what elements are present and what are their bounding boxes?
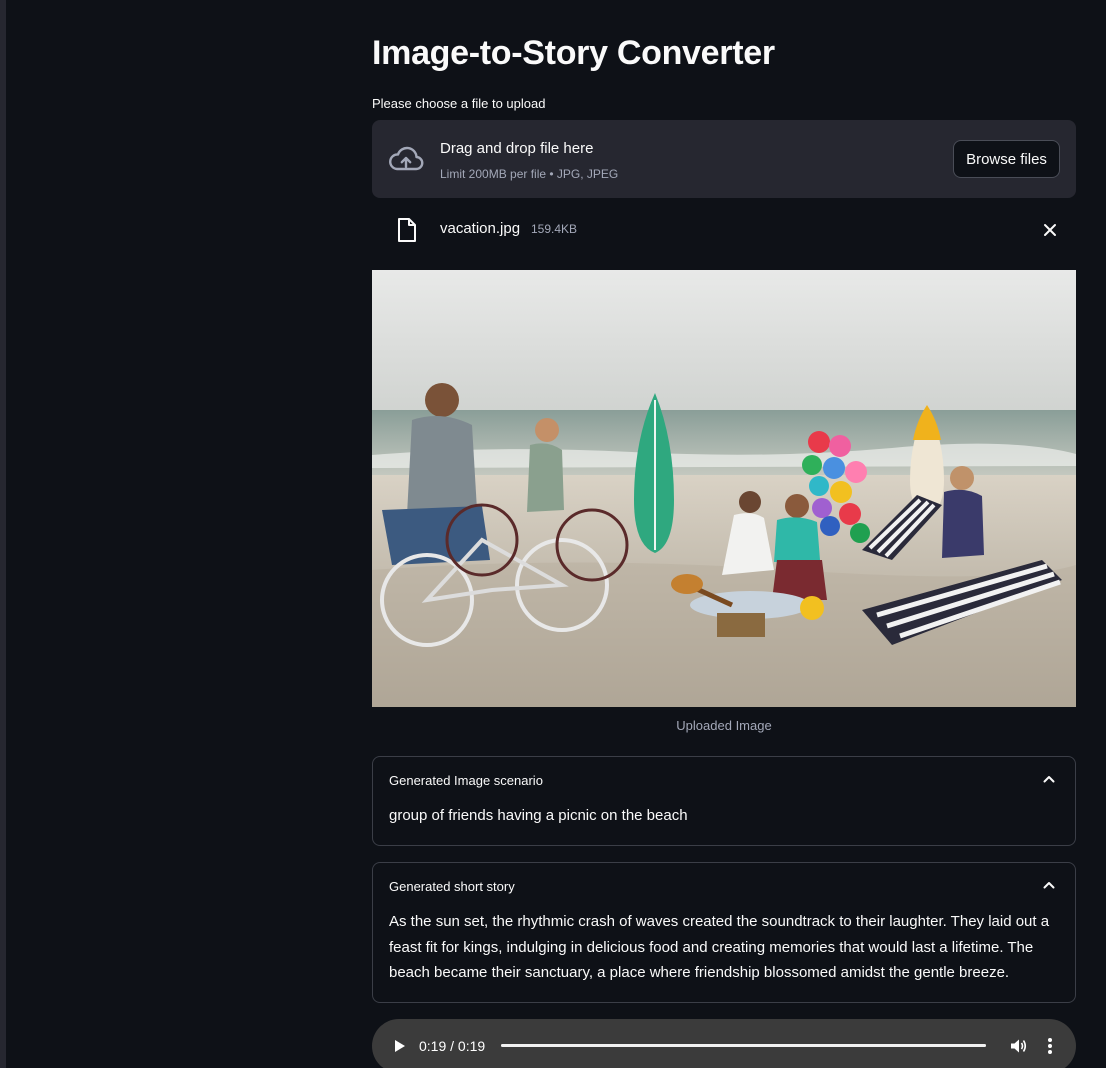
close-icon[interactable] bbox=[1042, 222, 1058, 238]
volume-icon[interactable] bbox=[1009, 1037, 1027, 1055]
chevron-up-icon[interactable] bbox=[1043, 775, 1055, 783]
scenario-expander[interactable]: Generated Image scenario group of friend… bbox=[372, 756, 1076, 846]
more-options-icon[interactable] bbox=[1047, 1037, 1053, 1055]
scenario-text: group of friends having a picnic on the … bbox=[389, 807, 688, 824]
story-title: Generated short story bbox=[389, 879, 515, 894]
uploaded-image bbox=[372, 270, 1076, 707]
file-icon bbox=[398, 218, 416, 242]
dropzone-limit: Limit 200MB per file • JPG, JPEG bbox=[440, 167, 619, 181]
file-name: vacation.jpg bbox=[440, 220, 521, 237]
story-expander[interactable]: Generated short story As the sun set, th… bbox=[372, 862, 1076, 1003]
file-dropzone[interactable]: Drag and drop file here Limit 200MB per … bbox=[372, 120, 1076, 198]
uploader-label: Please choose a file to upload bbox=[372, 96, 546, 111]
story-text: As the sun set, the rhythmic crash of wa… bbox=[389, 913, 1050, 981]
scenario-title: Generated Image scenario bbox=[389, 773, 543, 788]
audio-progress-fill bbox=[501, 1044, 986, 1047]
play-icon[interactable] bbox=[394, 1039, 406, 1053]
cloud-upload-icon bbox=[389, 146, 424, 171]
chevron-up-icon[interactable] bbox=[1043, 881, 1055, 889]
dropzone-title: Drag and drop file here bbox=[440, 140, 594, 157]
page-title: Image-to-Story Converter bbox=[372, 34, 775, 72]
audio-time: 0:19 / 0:19 bbox=[419, 1038, 486, 1054]
audio-progress-bar[interactable] bbox=[501, 1044, 986, 1047]
audio-player[interactable]: 0:19 / 0:19 bbox=[372, 1019, 1076, 1068]
browse-files-button[interactable]: Browse files bbox=[953, 140, 1060, 178]
file-size: 159.4KB bbox=[531, 222, 578, 236]
image-caption: Uploaded Image bbox=[676, 718, 772, 733]
uploaded-file: vacation.jpg 159.4KB bbox=[372, 210, 1076, 250]
sidebar-edge bbox=[0, 0, 6, 1068]
